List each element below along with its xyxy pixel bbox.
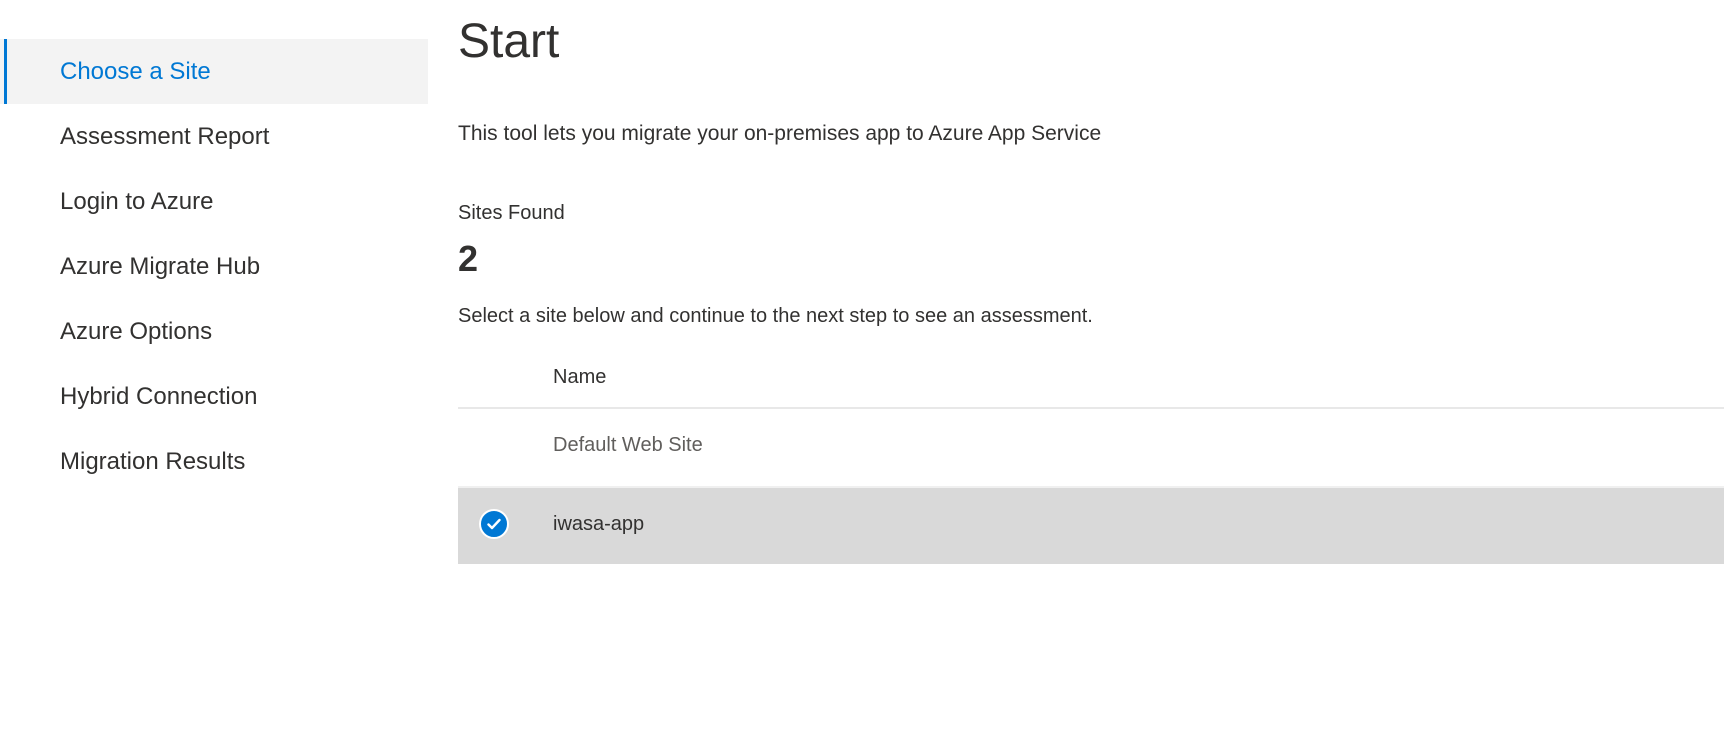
sidebar-item-azure-options[interactable]: Azure Options bbox=[0, 299, 428, 364]
checkmark-circle-icon[interactable] bbox=[479, 509, 509, 539]
page-description: This tool lets you migrate your on-premi… bbox=[458, 122, 1102, 145]
page-title: Start bbox=[458, 15, 560, 68]
sidebar-item-label: Hybrid Connection bbox=[60, 382, 258, 410]
table-row[interactable]: Default Web Site bbox=[458, 409, 1724, 488]
sidebar-item-label: Azure Migrate Hub bbox=[60, 252, 261, 280]
sidebar-item-hybrid-connection[interactable]: Hybrid Connection bbox=[0, 364, 428, 429]
sidebar-item-login-to-azure[interactable]: Login to Azure bbox=[0, 169, 428, 234]
sites-table: Name Default Web Site iwasa-app bbox=[458, 350, 1724, 564]
column-header-name[interactable]: Name bbox=[553, 366, 606, 389]
sidebar-item-label: Azure Options bbox=[60, 317, 213, 345]
sidebar-item-label: Migration Results bbox=[60, 447, 246, 475]
sidebar-item-choose-a-site[interactable]: Choose a Site bbox=[0, 39, 428, 104]
sidebar-item-label: Login to Azure bbox=[60, 187, 214, 215]
table-row[interactable]: iwasa-app bbox=[458, 488, 1724, 564]
sidebar-item-azure-migrate-hub[interactable]: Azure Migrate Hub bbox=[0, 234, 428, 299]
instruction-text: Select a site below and continue to the … bbox=[458, 305, 1093, 327]
site-name: iwasa-app bbox=[553, 513, 645, 535]
sidebar-item-migration-results[interactable]: Migration Results bbox=[0, 429, 428, 494]
sidebar-item-label: Assessment Report bbox=[60, 122, 270, 150]
site-name: Default Web Site bbox=[553, 434, 703, 456]
table-header: Name bbox=[458, 350, 1724, 409]
sidebar-nav: Choose a Site Assessment Report Login to… bbox=[0, 39, 428, 494]
sites-found-count: 2 bbox=[458, 238, 479, 279]
sites-found-label: Sites Found bbox=[458, 202, 565, 224]
sidebar-item-assessment-report[interactable]: Assessment Report bbox=[0, 104, 428, 169]
sidebar-item-label: Choose a Site bbox=[60, 57, 211, 85]
